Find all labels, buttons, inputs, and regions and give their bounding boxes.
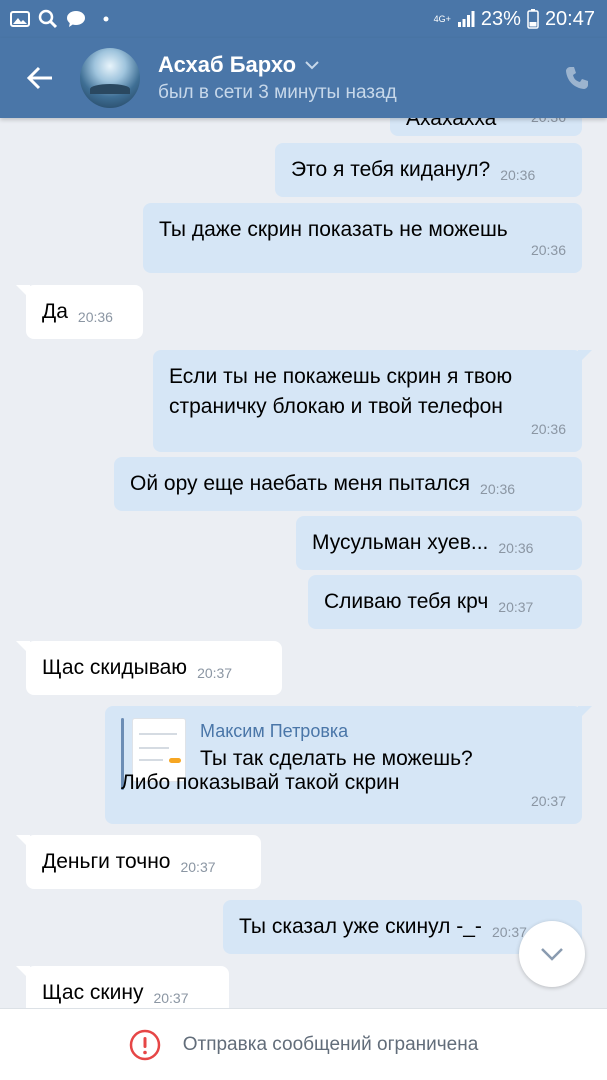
message-time: 20:36 — [530, 421, 566, 437]
message-time: 20:36 — [480, 481, 516, 497]
contact-info[interactable]: Асхаб Бархо был в сети 3 минуты назад — [158, 52, 547, 104]
message-time: 20:37 — [197, 665, 233, 681]
message-outgoing[interactable]: Ты даже скрин показать не можешь 20:36 — [143, 203, 582, 273]
message-text-line: страничку блокаю и твой телефон — [169, 395, 503, 418]
message-text: Либо показывай такой скрин — [121, 771, 400, 794]
message-outgoing[interactable]: Если ты не покажешь скрин я твою странич… — [153, 350, 592, 452]
message-text: Ты даже скрин показать не можешь — [159, 218, 508, 241]
message-text: Да — [42, 300, 68, 323]
status-system: 4G+ 23% 20:47 — [434, 8, 595, 31]
message-text: Деньги точно — [42, 850, 171, 873]
network-type: 4G+ — [433, 13, 451, 24]
message-text: Это я тебя киданул? — [291, 158, 491, 181]
scroll-to-bottom-button[interactable] — [519, 921, 585, 987]
dot-icon — [103, 16, 109, 22]
message-text: Щас скину — [42, 981, 144, 1004]
arrow-left-icon — [26, 66, 52, 90]
chevron-down-icon — [305, 61, 319, 70]
message-outgoing-with-reply[interactable]: Максим Петровка Ты так сделать не можешь… — [105, 706, 592, 824]
message-text: Сливаю тебя крч — [324, 590, 489, 613]
message-outgoing[interactable]: Ахахахха 20:36 — [390, 118, 582, 136]
message-text: Ты сказал уже скинул -_- — [239, 915, 482, 938]
message-text: Ахахахха — [406, 118, 497, 130]
alert-circle-icon — [129, 1029, 160, 1060]
chevron-down-icon — [541, 948, 563, 961]
chat-header: Асхаб Бархо был в сети 3 минуты назад — [0, 38, 607, 118]
call-button[interactable] — [547, 38, 607, 118]
back-button[interactable] — [0, 38, 80, 118]
message-list[interactable]: Ахахахха 20:36 Это я тебя киданул?20:36 … — [0, 118, 607, 1008]
contact-name: Асхаб Бархо — [158, 52, 297, 77]
message-outgoing[interactable]: Сливаю тебя крч 20:37 — [308, 575, 582, 629]
contact-status: был в сети 3 минуты назад — [158, 82, 397, 103]
message-time: 20:36 — [498, 540, 534, 556]
message-text: Ой ору еще наебать меня пытался — [130, 472, 471, 495]
message-outgoing[interactable]: Ой ору еще наебать меня пытался 20:36 — [114, 457, 582, 511]
message-incoming[interactable]: Щас скидываю 20:37 — [16, 641, 282, 695]
message-time: 20:37 — [530, 793, 566, 809]
message-text-line: Если ты не покажешь скрин я твою — [169, 365, 513, 388]
restriction-notice: Отправка сообщений ограничена — [0, 1008, 607, 1080]
message-time: 20:36 — [500, 167, 536, 183]
battery-icon — [527, 9, 539, 29]
message-text: Щас скидываю — [42, 656, 188, 679]
message-text: Мусульман хуев... — [312, 531, 489, 554]
message-incoming[interactable]: Деньги точно 20:37 — [16, 835, 261, 889]
gallery-icon — [10, 11, 30, 27]
search-icon — [38, 9, 58, 29]
message-incoming[interactable]: Щас скину 20:37 — [16, 966, 229, 1008]
chat-bubble-icon — [67, 11, 85, 27]
message-time: 20:37 — [498, 599, 534, 615]
status-notifications — [10, 9, 114, 29]
message-time: 20:37 — [180, 859, 216, 875]
battery-percent: 23% — [480, 7, 521, 30]
restriction-text: Отправка сообщений ограничена — [182, 1033, 479, 1055]
message-time: 20:36 — [77, 309, 113, 325]
status-bar: 4G+ 23% 20:47 — [0, 0, 607, 38]
message-incoming[interactable]: Да 20:36 — [16, 285, 143, 339]
signal-icon — [457, 11, 475, 27]
message-time: 20:36 — [531, 118, 566, 132]
quoted-author: Максим Петровка — [200, 721, 349, 741]
message-outgoing[interactable]: Это я тебя киданул? 20:36 — [275, 143, 582, 197]
clock: 20:47 — [544, 7, 595, 30]
phone-icon — [566, 67, 588, 89]
message-outgoing[interactable]: Мусульман хуев... 20:36 — [296, 516, 582, 570]
avatar[interactable] — [80, 48, 140, 108]
message-time: 20:36 — [530, 242, 566, 258]
message-time: 20:37 — [153, 990, 189, 1006]
